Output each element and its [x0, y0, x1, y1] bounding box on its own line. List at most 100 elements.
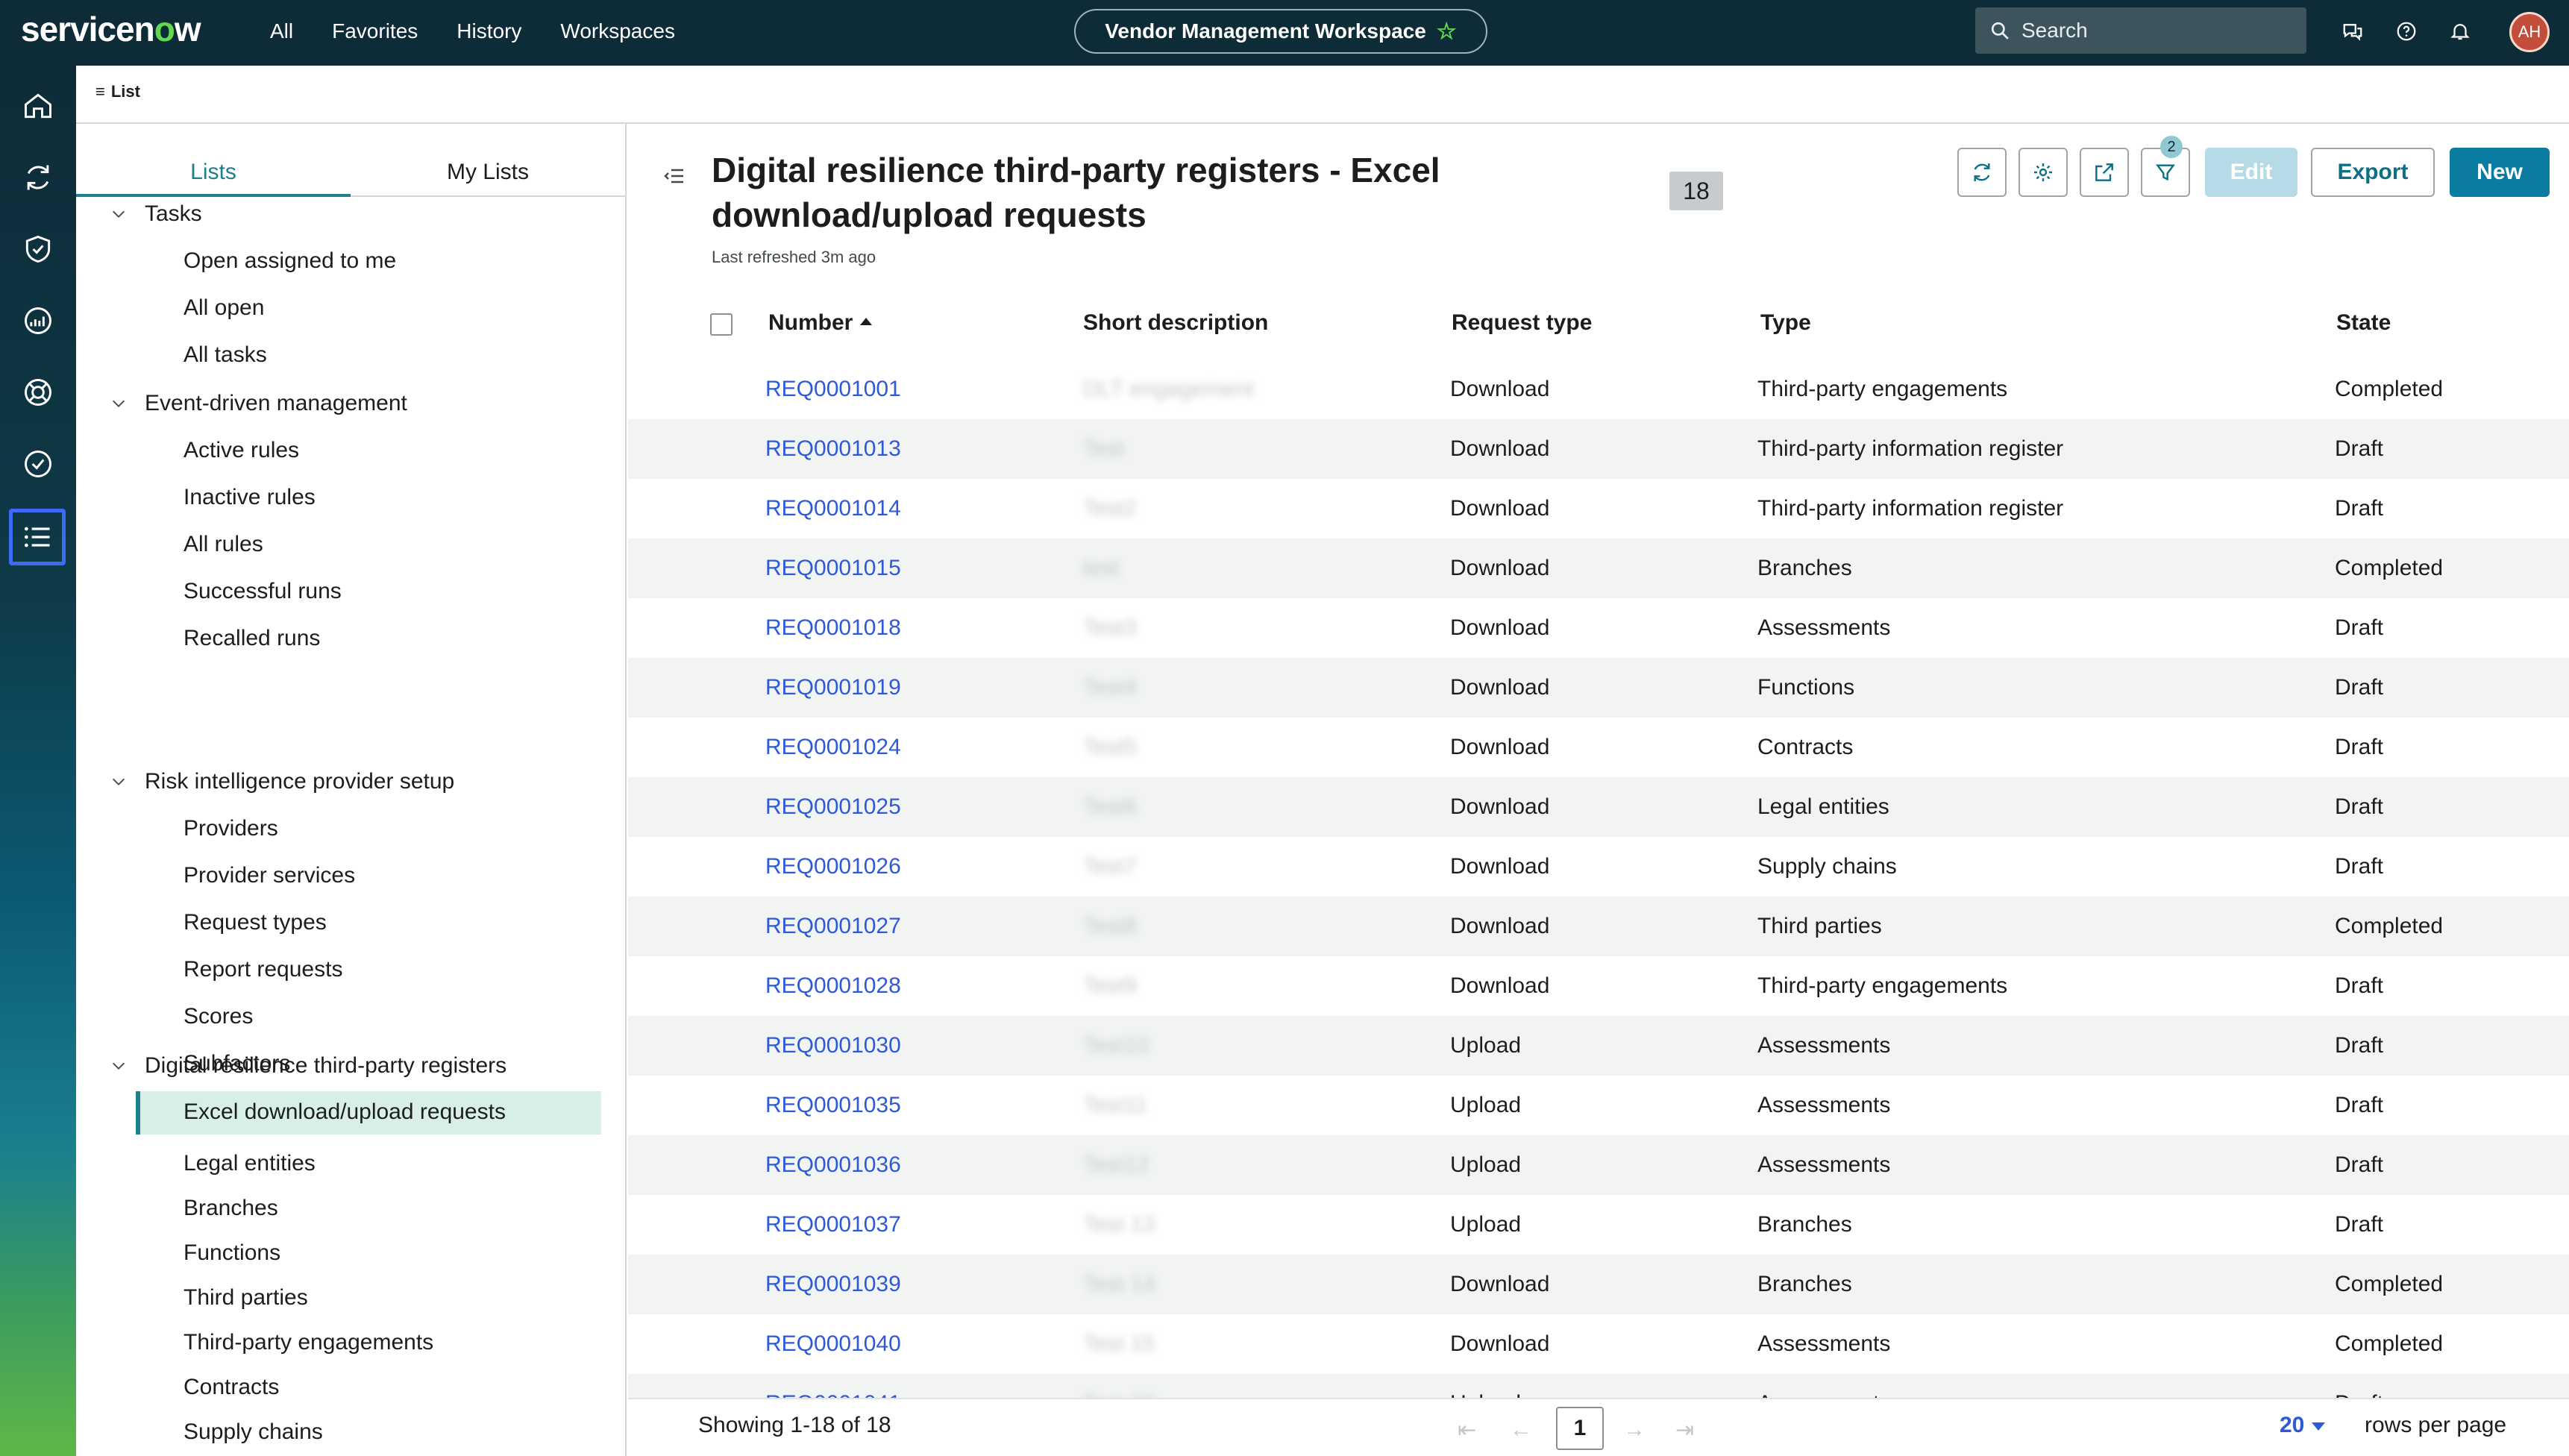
table-row[interactable]: REQ0001036 Test12 Upload Assessments Draft — [628, 1135, 2569, 1195]
column-request-type[interactable]: Request type — [1452, 300, 1592, 346]
edit-button[interactable]: Edit — [2205, 148, 2297, 197]
table-row[interactable]: REQ0001024 Test5 Download Contracts Draft — [628, 718, 2569, 777]
table-row[interactable]: REQ0001015 test Download Branches Completed — [628, 539, 2569, 598]
select-all-checkbox[interactable] — [710, 313, 733, 336]
column-type[interactable]: Type — [1760, 300, 1811, 346]
list-item[interactable]: Branches — [184, 1196, 278, 1221]
nav-all[interactable]: All — [270, 16, 293, 46]
support-icon[interactable] — [17, 371, 59, 413]
column-short-description[interactable]: Short description — [1083, 300, 1268, 346]
list-item[interactable]: All open — [184, 295, 264, 321]
record-number-link[interactable]: REQ0001024 — [765, 718, 901, 777]
table-row[interactable]: REQ0001014 Test2 Download Third-party infor… — [628, 479, 2569, 539]
record-number-link[interactable]: REQ0001025 — [765, 777, 901, 837]
record-number-link[interactable]: REQ0001027 — [765, 897, 901, 956]
dashboard-icon[interactable] — [17, 300, 59, 342]
list-item[interactable]: Request types — [184, 910, 327, 935]
column-state[interactable]: State — [2336, 300, 2391, 346]
record-number-link[interactable]: REQ0001037 — [765, 1195, 901, 1255]
table-row[interactable]: REQ0001026 Test7 Download Supply chains Draf… — [628, 837, 2569, 897]
list-item[interactable]: Inactive rules — [184, 485, 316, 510]
prev-page-icon[interactable]: ← — [1510, 1417, 1532, 1443]
tree-group[interactable]: Digital resilience third-party registers — [110, 1053, 506, 1079]
list-item[interactable]: Third-party engagements — [184, 1330, 433, 1355]
record-number-link[interactable]: REQ0001039 — [765, 1255, 901, 1314]
list-item[interactable]: Provider services — [184, 863, 355, 888]
shield-icon[interactable] — [17, 228, 59, 270]
list-item[interactable]: Legal entities — [184, 1151, 316, 1176]
list-item[interactable]: Open assigned to me — [184, 248, 396, 274]
list-item[interactable]: Active rules — [184, 438, 299, 463]
first-page-icon[interactable]: ⇤ — [1458, 1417, 1476, 1443]
list-item[interactable]: Contracts — [184, 1375, 279, 1400]
avatar[interactable]: AH — [2509, 12, 2550, 52]
table-row[interactable]: REQ0001040 Test 15 Download Assessments Comp… — [628, 1314, 2569, 1374]
sync-icon[interactable] — [17, 157, 59, 198]
settings-button[interactable] — [2018, 148, 2068, 197]
tab-my-lists[interactable]: My Lists — [351, 154, 625, 191]
tree-group[interactable]: Tasks — [110, 201, 202, 227]
check-circle-icon[interactable] — [17, 443, 59, 485]
last-page-icon[interactable]: ⇥ — [1675, 1417, 1694, 1443]
next-page-icon[interactable]: → — [1623, 1417, 1646, 1443]
refresh-button[interactable] — [1957, 148, 2007, 197]
list-item[interactable]: Third parties — [184, 1285, 308, 1311]
bell-icon[interactable] — [2445, 16, 2475, 46]
record-number-link[interactable]: REQ0001019 — [765, 658, 901, 718]
workspace-pill[interactable]: Vendor Management Workspace ☆ — [1074, 9, 1487, 54]
record-number-link[interactable]: REQ0001035 — [765, 1076, 901, 1135]
chat-icon[interactable] — [2338, 16, 2368, 46]
current-page[interactable]: 1 — [1556, 1407, 1604, 1450]
table-row[interactable]: REQ0001037 Test 13 Upload Branches Draft — [628, 1195, 2569, 1255]
table-row[interactable]: REQ0001025 Test6 Download Legal entities Dra… — [628, 777, 2569, 837]
tab-lists[interactable]: Lists — [76, 154, 351, 197]
record-number-link[interactable]: REQ0001018 — [765, 598, 901, 658]
home-icon[interactable] — [17, 85, 59, 127]
table-row[interactable]: REQ0001035 Test11 Upload Assessments Draft — [628, 1076, 2569, 1135]
record-number-link[interactable]: REQ0001026 — [765, 837, 901, 897]
list-item[interactable]: Supply chains — [184, 1419, 323, 1445]
list-item[interactable]: Scores — [184, 1004, 253, 1029]
tree-group[interactable]: Risk intelligence provider setup — [110, 769, 454, 794]
table-row[interactable]: REQ0001028 Test9 Download Third-party engag… — [628, 956, 2569, 1016]
global-search[interactable]: Search — [1975, 7, 2306, 54]
nav-workspaces[interactable]: Workspaces — [560, 16, 675, 46]
breadcrumb[interactable]: ≡ List — [95, 82, 140, 101]
record-number-link[interactable]: REQ0001030 — [765, 1016, 901, 1076]
record-number-link[interactable]: REQ0001001 — [765, 360, 901, 419]
tree-group[interactable]: Event-driven management — [110, 391, 407, 416]
record-number-link[interactable]: REQ0001040 — [765, 1314, 901, 1374]
list-icon[interactable] — [9, 509, 66, 565]
table-row[interactable]: REQ0001001 DLT engagement Download Third-pa… — [628, 360, 2569, 419]
record-number-link[interactable]: REQ0001036 — [765, 1135, 901, 1195]
nav-favorites[interactable]: Favorites — [332, 16, 418, 46]
list-item[interactable]: All tasks — [184, 342, 267, 368]
star-icon[interactable]: ☆ — [1437, 19, 1457, 45]
servicenow-logo[interactable]: servicenow — [21, 9, 201, 49]
record-number-link[interactable]: REQ0001014 — [765, 479, 901, 539]
table-row[interactable]: REQ0001019 Test4 Download Functions Draft — [628, 658, 2569, 718]
table-row[interactable]: REQ0001013 Test Download Third-party inform… — [628, 419, 2569, 479]
table-row[interactable]: REQ0001027 Test8 Download Third parties Comp… — [628, 897, 2569, 956]
rows-per-page-select[interactable]: 20 — [2280, 1413, 2326, 1438]
table-row[interactable]: REQ0001039 Test 14 Download Branches Complet… — [628, 1255, 2569, 1314]
table-row[interactable]: REQ0001018 Test3 Download Assessments Draft — [628, 598, 2569, 658]
export-button[interactable]: Export — [2311, 148, 2435, 197]
collapse-panel-icon[interactable] — [662, 164, 686, 188]
column-number[interactable]: Number — [768, 300, 873, 346]
table-row[interactable]: REQ0001030 Test10 Upload Assessments Draft — [628, 1016, 2569, 1076]
list-item[interactable]: Functions — [184, 1240, 280, 1266]
record-number-link[interactable]: REQ0001028 — [765, 956, 901, 1016]
list-item[interactable]: Providers — [184, 816, 278, 841]
record-number-link[interactable]: REQ0001013 — [765, 419, 901, 479]
nav-history[interactable]: History — [457, 16, 521, 46]
new-button[interactable]: New — [2450, 148, 2550, 197]
list-item[interactable]: Excel download/upload requests — [136, 1091, 601, 1135]
help-icon[interactable] — [2391, 16, 2421, 46]
share-button[interactable] — [2080, 148, 2129, 197]
list-item[interactable]: All rules — [184, 532, 263, 557]
list-item[interactable]: Successful runs — [184, 579, 342, 604]
list-item[interactable]: Recalled runs — [184, 626, 320, 651]
record-number-link[interactable]: REQ0001015 — [765, 539, 901, 598]
list-item[interactable]: Report requests — [184, 957, 342, 982]
